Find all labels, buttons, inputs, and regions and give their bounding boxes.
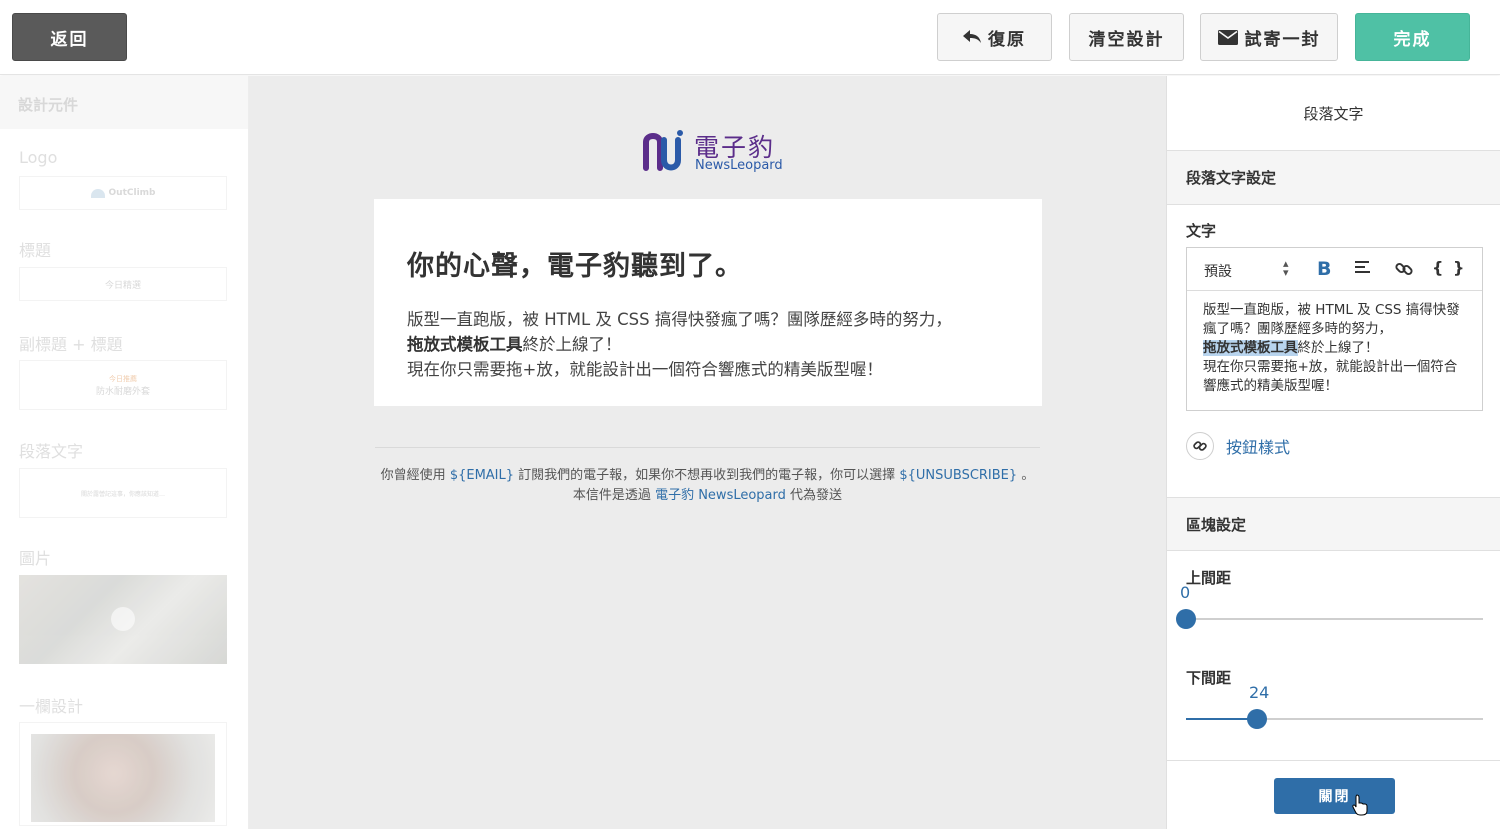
text-label: 文字	[1186, 222, 1217, 240]
component-label-heading: 標題	[19, 241, 52, 260]
link-circle-icon	[1186, 432, 1214, 460]
component-label-paragraph: 段落文字	[19, 442, 84, 461]
one-column-preview-image	[31, 734, 215, 822]
bold-button[interactable]: B	[1317, 258, 1331, 280]
panel-footer: 關閉	[1167, 760, 1500, 829]
link-icon[interactable]	[1395, 260, 1413, 282]
component-heading[interactable]: 今日精選	[19, 267, 227, 301]
panel-title: 段落文字	[1167, 76, 1500, 151]
button-style-link[interactable]: 按鈕樣式	[1186, 432, 1290, 460]
paragraph-block[interactable]: 你的心聲，電子豹聽到了。 版型一直跑版，被 HTML 及 CSS 搞得快發瘋了嗎…	[374, 199, 1042, 406]
back-button[interactable]: 返回	[12, 13, 127, 61]
done-button[interactable]: 完成	[1355, 13, 1470, 61]
top-spacing-value: 0	[1180, 583, 1191, 602]
format-select[interactable]: 預設	[1204, 261, 1232, 281]
email-variable: ${EMAIL}	[449, 468, 515, 483]
align-left-icon[interactable]	[1355, 260, 1371, 278]
top-spacing-handle[interactable]	[1176, 609, 1196, 629]
image-icon	[111, 607, 135, 631]
component-label-subheading: 副標題 + 標題	[19, 335, 123, 354]
component-image[interactable]	[19, 575, 227, 664]
clear-design-button[interactable]: 清空設計	[1069, 13, 1184, 61]
bottom-spacing-label: 下間距	[1186, 669, 1232, 687]
select-caret-icon: ▴ ▾	[1283, 257, 1289, 279]
components-sidebar: 設計元件 Logo OutClimb 標題 今日精選 副標題 + 標題 今日推薦…	[0, 76, 249, 829]
component-paragraph[interactable]: 關於露營記這事，你應該知道…	[19, 468, 227, 518]
unsubscribe-variable: ${UNSUBSCRIBE}	[899, 468, 1018, 483]
footer-divider	[375, 447, 1040, 448]
bottom-spacing-value: 24	[1249, 683, 1270, 702]
email-canvas: 電子豹 NewsLeopard 你的心聲，電子豹聽到了。 版型一直跑版，被 HT…	[249, 76, 1166, 829]
close-button[interactable]: 關閉	[1274, 778, 1395, 814]
selected-text: 拖放式模板工具	[1203, 340, 1298, 356]
outclimb-logo-icon	[90, 188, 105, 198]
section-block-settings: 區塊設定	[1167, 497, 1500, 551]
editor-toolbar: 預設 ▴ ▾ B { }	[1187, 248, 1482, 291]
bottom-spacing-handle[interactable]	[1247, 709, 1267, 729]
top-toolbar: 返回 復原 清空設計 試寄一封 完成	[0, 0, 1500, 75]
component-logo[interactable]: OutClimb	[19, 176, 227, 210]
email-footer: 你曾經使用 ${EMAIL} 訂閱我們的電子報，如果你不想再收到我們的電子報，你…	[380, 468, 1035, 503]
component-label-one-column: 一欄設計	[19, 697, 84, 716]
top-spacing-slider[interactable]	[1176, 609, 1483, 629]
bottom-spacing-slider[interactable]	[1186, 709, 1483, 729]
envelope-icon	[1217, 29, 1238, 45]
rich-text-editor[interactable]: 預設 ▴ ▾ B { } 版型一直跑版，被 HTML 及 CSS 搞得快發 瘋了嗎…	[1186, 247, 1483, 411]
editor-content[interactable]: 版型一直跑版，被 HTML 及 CSS 搞得快發 瘋了嗎？團隊歷經多時的努力， …	[1187, 291, 1482, 406]
section-paragraph-settings: 段落文字設定	[1167, 151, 1500, 205]
top-spacing-label: 上間距	[1186, 569, 1232, 587]
undo-button[interactable]: 復原	[937, 13, 1052, 61]
newsleopard-link[interactable]: 電子豹 NewsLeopard	[655, 488, 786, 503]
settings-panel: 段落文字 段落文字設定 文字 預設 ▴ ▾ B { } 版型一直跑版，被 HTML…	[1166, 76, 1500, 829]
variable-brace-button[interactable]: { }	[1432, 258, 1466, 277]
component-label-image: 圖片	[19, 549, 52, 568]
undo-arrow-icon	[963, 30, 981, 44]
newsleopard-logo: 電子豹 NewsLeopard	[642, 128, 783, 174]
email-paragraph: 版型一直跑版，被 HTML 及 CSS 搞得快發瘋了嗎？團隊歷經多時的努力， 拖…	[407, 310, 952, 379]
send-test-button[interactable]: 試寄一封	[1200, 13, 1338, 61]
component-label-logo: Logo	[19, 148, 58, 167]
email-heading: 你的心聲，電子豹聽到了。	[407, 251, 743, 282]
hand-pointer-icon	[1352, 794, 1368, 820]
sidebar-header: 設計元件	[0, 76, 248, 129]
component-subheading-heading[interactable]: 今日推薦 防水耐磨外套	[19, 360, 227, 410]
